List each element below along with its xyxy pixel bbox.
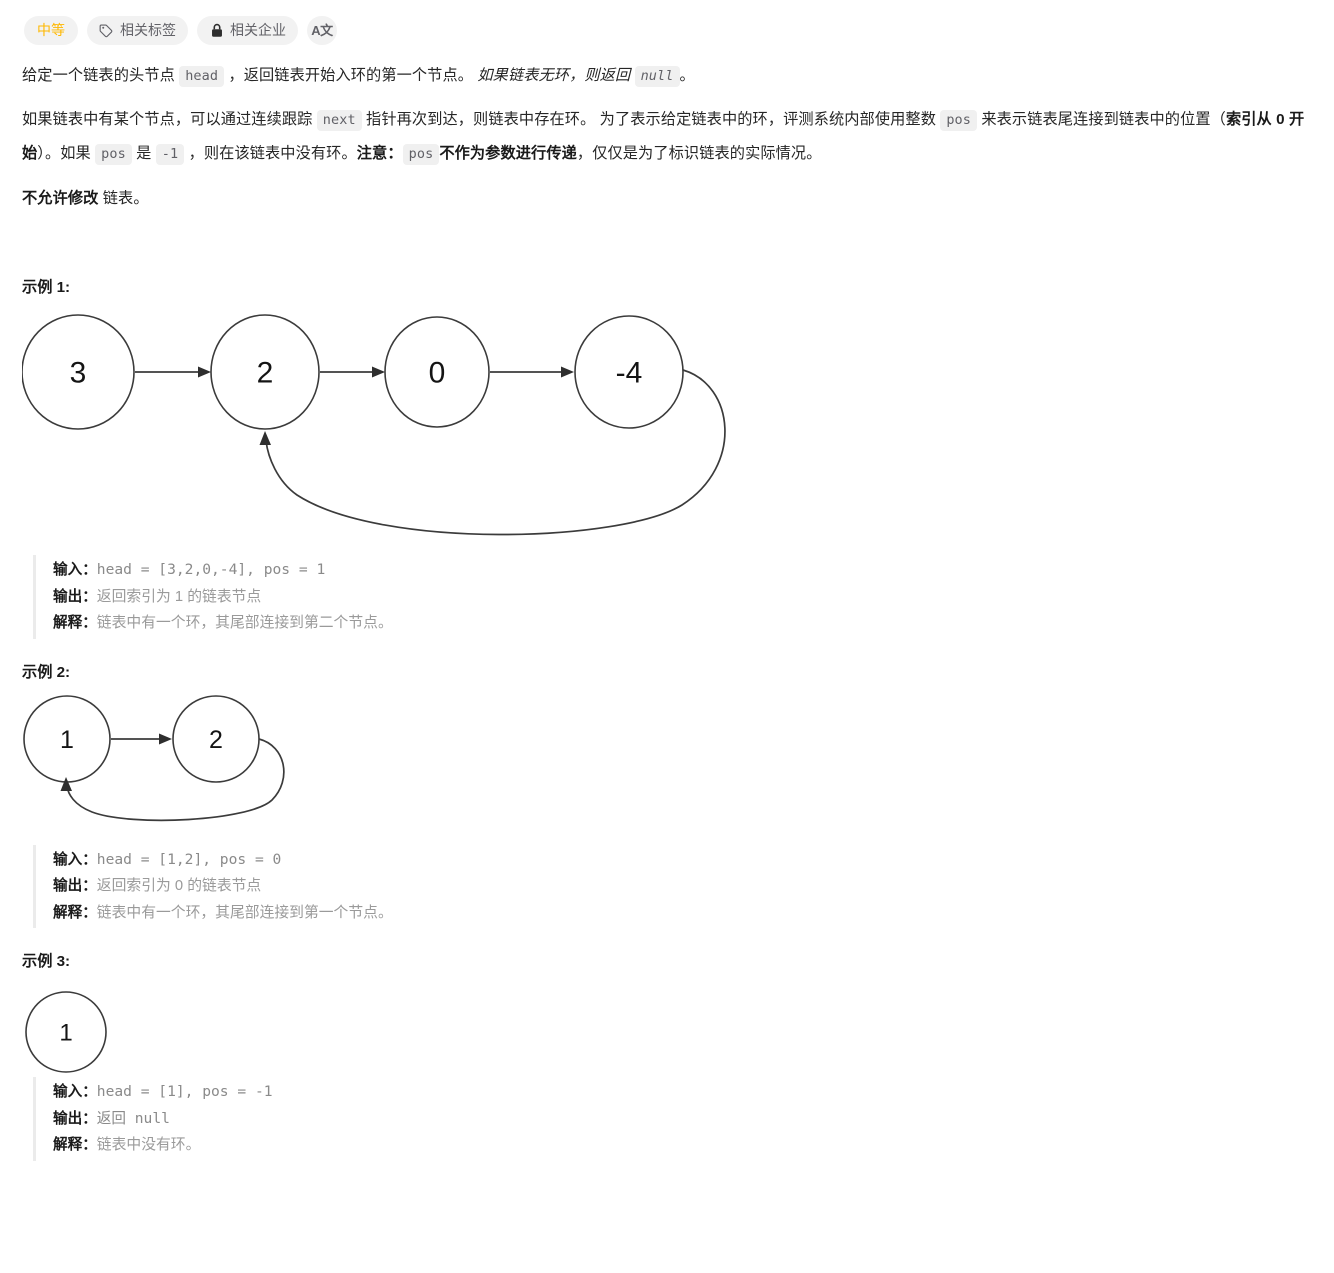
list-node-minus4: -4 xyxy=(574,315,684,429)
code-head: head xyxy=(179,66,225,87)
p1-seg2: ，返回链表开始入环的第一个节点。 xyxy=(224,67,478,84)
related-tags-label: 相关标签 xyxy=(120,22,176,38)
example-2-input-value: head = [1,2], pos = 0 xyxy=(96,850,282,868)
example-2-output-value: 返回索引为 0 的链表节点 xyxy=(96,878,262,894)
example-2-input-key: 输入： xyxy=(53,851,97,868)
description-paragraph-1: 给定一个链表的头节点 head ，返回链表开始入环的第一个节点。 如果链表无环，… xyxy=(22,49,1312,93)
difficulty-label: 中等 xyxy=(37,22,65,38)
example-3-input-line: 输入：head = [1], pos = -1 xyxy=(53,1079,1312,1106)
example-2-title: 示例 2: xyxy=(22,663,71,681)
p2-seg3: 来表示链表尾连接到链表中的位置（ xyxy=(977,111,1226,128)
example-1-title: 示例 1: xyxy=(22,279,71,296)
example-2-output-key: 输出： xyxy=(53,878,97,894)
p1-italic-text: 如果链表无环，则返回 xyxy=(477,67,635,84)
example-3-explain-line: 解释：链表中没有环。 xyxy=(53,1132,1312,1159)
example-3-title: 示例 3: xyxy=(22,953,71,970)
code-pos-3: pos xyxy=(402,144,440,165)
p1-seg3: 。 xyxy=(679,67,695,84)
example-2-input-line: 输入：head = [1,2], pos = 0 xyxy=(53,847,1312,874)
code-pos-1: pos xyxy=(940,110,978,131)
list-node-2-label: 2 xyxy=(257,357,274,390)
p2-seg7: ，仅仅是为了标识链表的实际情况。 xyxy=(576,145,822,162)
example-1-input-value: head = [3,2,0,-4], pos = 1 xyxy=(96,561,326,578)
example-3-block: 输入：head = [1], pos = -1 输出：返回 null 解释：链表… xyxy=(33,1077,1312,1161)
p2-seg4: ）。如果 xyxy=(37,145,96,162)
example-3-output-value: 返回 null xyxy=(96,1109,170,1127)
example-3-input-value: head = [1], pos = -1 xyxy=(96,1083,273,1100)
translate-toggle-button[interactable]: A文 xyxy=(307,15,337,45)
list-node-3-label: 3 xyxy=(70,357,87,390)
list-node-1-label: 1 xyxy=(60,726,74,754)
example-1-output-value: 返回索引为 1 的链表节点 xyxy=(96,588,262,605)
example-1-input-line: 输入：head = [3,2,0,-4], pos = 1 xyxy=(53,557,1312,584)
tag-icon xyxy=(99,23,114,38)
example-1-output-line: 输出：返回索引为 1 的链表节点 xyxy=(53,584,1312,611)
example-3-output-line: 输出：返回 null xyxy=(53,1106,1312,1133)
list-node-1: 1 xyxy=(25,991,107,1073)
p2-bold-notice: 注意： xyxy=(356,145,403,162)
related-companies-badge[interactable]: 相关企业 xyxy=(197,15,298,45)
list-node-2: 2 xyxy=(210,314,320,430)
example-1-input-key: 输入： xyxy=(53,562,97,578)
p2-bold-not-param: 不作为参数进行传递 xyxy=(439,145,577,162)
p2-seg5: 是 xyxy=(131,145,156,162)
code-null: null xyxy=(634,66,680,87)
problem-meta-bar: 中等 相关标签 相关企业 A文 xyxy=(0,0,1334,49)
edge-2-to-0 xyxy=(320,366,385,378)
example-2-explain-key: 解释： xyxy=(53,904,97,921)
code-next: next xyxy=(316,110,362,131)
edge-0-to-minus4 xyxy=(490,366,574,378)
example-3-explain-value: 链表中没有环。 xyxy=(96,1137,201,1153)
list-node-2: 2 xyxy=(172,694,260,783)
p1-italic-note: 如果链表无环，则返回 null xyxy=(477,66,680,87)
list-node-0-label: 0 xyxy=(429,357,446,390)
p3-seg1: 链表。 xyxy=(98,190,149,207)
p2-seg2: 指针再次到达，则链表中存在环。 为了表示给定链表中的环，评测系统内部使用整数 xyxy=(361,111,941,128)
example-2-output-line: 输出：返回索引为 0 的链表节点 xyxy=(53,873,1312,900)
edge-1-to-2 xyxy=(111,733,172,744)
example-2-block: 输入：head = [1,2], pos = 0 输出：返回索引为 0 的链表节… xyxy=(33,844,1312,928)
example-1-diagram: 3 2 0 -4 xyxy=(22,305,1312,555)
description-paragraph-2: 如果链表中有某个节点，可以通过连续跟踪 next 指针再次到达，则链表中存在环。… xyxy=(22,93,1312,171)
difficulty-badge[interactable]: 中等 xyxy=(24,15,78,45)
related-tags-badge[interactable]: 相关标签 xyxy=(87,15,188,45)
example-2-explain-line: 解释：链表中有一个环，其尾部连接到第一个节点。 xyxy=(53,900,1312,927)
example-1-block: 输入：head = [3,2,0,-4], pos = 1 输出：返回索引为 1… xyxy=(33,555,1312,639)
p2-seg6: ，则在该链表中没有环。 xyxy=(184,145,357,162)
related-companies-label: 相关企业 xyxy=(230,22,286,38)
list-node-0: 0 xyxy=(384,316,490,428)
example-1-output-key: 输出： xyxy=(53,588,97,605)
example-1-explain-key: 解释： xyxy=(53,615,97,631)
list-node-3: 3 xyxy=(22,314,135,430)
description-paragraph-3: 不允许修改 链表。 xyxy=(22,171,1312,216)
list-node-2-label: 2 xyxy=(209,726,223,754)
problem-description: 给定一个链表的头节点 head ，返回链表开始入环的第一个节点。 如果链表无环，… xyxy=(0,49,1334,1161)
example-2-explain-value: 链表中有一个环，其尾部连接到第一个节点。 xyxy=(96,904,393,921)
list-node-1: 1 xyxy=(23,694,111,783)
example-3-diagram: 1 xyxy=(22,987,1312,1077)
p2-seg1: 如果链表中有某个节点，可以通过连续跟踪 xyxy=(22,111,317,128)
code-negative-one: -1 xyxy=(155,144,185,165)
code-pos-2: pos xyxy=(95,144,132,165)
example-1-explain-value: 链表中有一个环，其尾部连接到第二个节点。 xyxy=(96,615,393,631)
p3-bold-no-modify: 不允许修改 xyxy=(22,190,99,207)
example-2-diagram: 1 2 xyxy=(22,690,1312,845)
p1-seg1: 给定一个链表的头节点 xyxy=(22,67,180,84)
lock-icon xyxy=(209,23,224,38)
example-3-output-key: 输出： xyxy=(53,1110,97,1127)
example-3-explain-key: 解释： xyxy=(53,1137,97,1153)
example-1-explain-line: 解释：链表中有一个环，其尾部连接到第二个节点。 xyxy=(53,610,1312,637)
edge-3-to-2 xyxy=(135,366,211,378)
example-3-input-key: 输入： xyxy=(53,1084,97,1100)
list-node-minus4-label: -4 xyxy=(616,357,643,390)
list-node-1-label: 1 xyxy=(59,1020,72,1047)
translate-icon: A文 xyxy=(311,22,333,38)
